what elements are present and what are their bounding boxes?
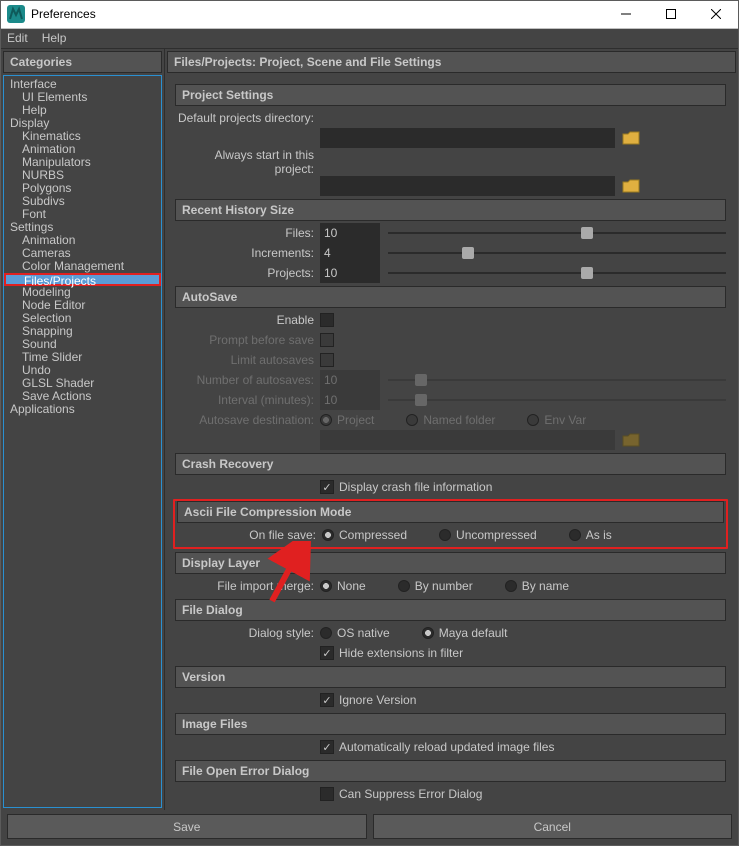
crash-display-info-checkbox[interactable] bbox=[320, 480, 334, 494]
label-autosave-enable: Enable bbox=[175, 313, 320, 327]
label-autosave-interval: Interval (minutes): bbox=[175, 393, 320, 407]
title-bar: Preferences bbox=[1, 1, 738, 29]
window-title: Preferences bbox=[31, 7, 603, 21]
browse-autosave-folder-button bbox=[621, 432, 641, 448]
label-dialog-style: Dialog style: bbox=[175, 626, 320, 640]
ignore-version-checkbox[interactable] bbox=[320, 693, 334, 707]
footer: Save Cancel bbox=[1, 810, 738, 845]
label-hide-extensions: Hide extensions in filter bbox=[339, 646, 463, 660]
browse-start-project-button[interactable] bbox=[621, 178, 641, 194]
recent-increments-input[interactable] bbox=[320, 243, 380, 263]
autosave-enable-checkbox[interactable] bbox=[320, 313, 334, 327]
recent-projects-slider[interactable] bbox=[388, 264, 726, 282]
label-autosave-limit: Limit autosaves bbox=[175, 353, 320, 367]
label-dialog-os-native: OS native bbox=[337, 626, 390, 640]
recent-increments-slider[interactable] bbox=[388, 244, 726, 262]
save-button[interactable]: Save bbox=[7, 814, 367, 839]
label-on-file-save: On file save: bbox=[177, 528, 322, 542]
label-dest-env: Env Var bbox=[544, 413, 586, 427]
label-autosave-prompt: Prompt before save bbox=[175, 333, 320, 347]
ascii-compressed-radio[interactable] bbox=[322, 529, 334, 541]
section-autosave: AutoSave bbox=[175, 286, 726, 308]
recent-projects-input[interactable] bbox=[320, 263, 380, 283]
autosave-interval-input bbox=[320, 390, 380, 410]
label-suppress-error: Can Suppress Error Dialog bbox=[339, 787, 482, 801]
categories-list: InterfaceUI ElementsHelpDisplayKinematic… bbox=[3, 75, 162, 808]
label-dest-named: Named folder bbox=[423, 413, 495, 427]
label-recent-projects: Projects: bbox=[175, 266, 320, 280]
label-always-start-project: Always start in this project: bbox=[175, 148, 320, 176]
recent-files-slider[interactable] bbox=[388, 224, 726, 242]
label-merge-by-number: By number bbox=[415, 579, 473, 593]
content-panel: Files/Projects: Project, Scene and File … bbox=[165, 49, 738, 810]
category-item-color-management[interactable]: Color Management bbox=[4, 260, 161, 273]
label-autosave-number: Number of autosaves: bbox=[175, 373, 320, 387]
label-recent-increments: Increments: bbox=[175, 246, 320, 260]
section-file-dialog: File Dialog bbox=[175, 599, 726, 621]
app-icon bbox=[7, 5, 25, 23]
section-ascii-compression: Ascii File Compression Mode bbox=[177, 501, 724, 523]
main-area: Categories InterfaceUI ElementsHelpDispl… bbox=[1, 49, 738, 810]
label-ascii-asis: As is bbox=[586, 528, 612, 542]
section-recent-history: Recent History Size bbox=[175, 199, 726, 221]
auto-reload-images-checkbox[interactable] bbox=[320, 740, 334, 754]
label-auto-reload-images: Automatically reload updated image files bbox=[339, 740, 554, 754]
label-default-projects-dir: Default projects directory: bbox=[175, 111, 320, 125]
section-display-layer: Display Layer bbox=[175, 552, 726, 574]
highlight-ascii-compression: Ascii File Compression Mode On file save… bbox=[173, 499, 728, 549]
content-scroll[interactable]: Project Settings Default projects direct… bbox=[167, 73, 736, 808]
window-controls bbox=[603, 1, 738, 28]
label-merge-none: None bbox=[337, 579, 366, 593]
section-project-settings: Project Settings bbox=[175, 84, 726, 106]
autosave-number-input bbox=[320, 370, 380, 390]
content-header: Files/Projects: Project, Scene and File … bbox=[167, 51, 736, 73]
autosave-prompt-checkbox bbox=[320, 333, 334, 347]
label-merge-by-name: By name bbox=[522, 579, 569, 593]
default-projects-dir-input[interactable] bbox=[320, 128, 615, 148]
minimize-button[interactable] bbox=[603, 1, 648, 28]
autosave-dest-project-radio bbox=[320, 414, 332, 426]
label-dialog-maya-default: Maya default bbox=[439, 626, 508, 640]
label-ignore-version: Ignore Version bbox=[339, 693, 416, 707]
section-image-files: Image Files bbox=[175, 713, 726, 735]
hide-extensions-checkbox[interactable] bbox=[320, 646, 334, 660]
recent-files-input[interactable] bbox=[320, 223, 380, 243]
merge-by-number-radio[interactable] bbox=[398, 580, 410, 592]
browse-default-dir-button[interactable] bbox=[621, 130, 641, 146]
menu-edit[interactable]: Edit bbox=[7, 31, 28, 45]
menu-help[interactable]: Help bbox=[42, 31, 67, 45]
always-start-project-input[interactable] bbox=[320, 176, 615, 196]
close-button[interactable] bbox=[693, 1, 738, 28]
label-autosave-dest: Autosave destination: bbox=[175, 413, 320, 427]
dialog-maya-default-radio[interactable] bbox=[422, 627, 434, 639]
cancel-button[interactable]: Cancel bbox=[373, 814, 733, 839]
autosave-interval-slider bbox=[388, 391, 726, 409]
ascii-uncompressed-radio[interactable] bbox=[439, 529, 451, 541]
section-crash-recovery: Crash Recovery bbox=[175, 453, 726, 475]
autosave-dest-env-radio bbox=[527, 414, 539, 426]
category-item-applications[interactable]: Applications bbox=[4, 403, 161, 416]
section-file-open-error: File Open Error Dialog bbox=[175, 760, 726, 782]
categories-header: Categories bbox=[3, 51, 162, 73]
merge-none-radio[interactable] bbox=[320, 580, 332, 592]
section-version: Version bbox=[175, 666, 726, 688]
maximize-button[interactable] bbox=[648, 1, 693, 28]
autosave-limit-checkbox bbox=[320, 353, 334, 367]
autosave-folder-input bbox=[320, 430, 615, 450]
label-dest-project: Project bbox=[337, 413, 374, 427]
dialog-os-native-radio[interactable] bbox=[320, 627, 332, 639]
suppress-error-dialog-checkbox[interactable] bbox=[320, 787, 334, 801]
label-ascii-uncompressed: Uncompressed bbox=[456, 528, 537, 542]
menu-bar: Edit Help bbox=[1, 29, 738, 49]
ascii-asis-radio[interactable] bbox=[569, 529, 581, 541]
label-file-import-merge: File import merge: bbox=[175, 579, 320, 593]
merge-by-name-radio[interactable] bbox=[505, 580, 517, 592]
label-crash-display-info: Display crash file information bbox=[339, 480, 492, 494]
label-recent-files: Files: bbox=[175, 226, 320, 240]
categories-panel: Categories InterfaceUI ElementsHelpDispl… bbox=[1, 49, 165, 810]
autosave-number-slider bbox=[388, 371, 726, 389]
preferences-window: Preferences Edit Help Categories Interfa… bbox=[0, 0, 739, 846]
autosave-dest-named-radio bbox=[406, 414, 418, 426]
label-ascii-compressed: Compressed bbox=[339, 528, 407, 542]
